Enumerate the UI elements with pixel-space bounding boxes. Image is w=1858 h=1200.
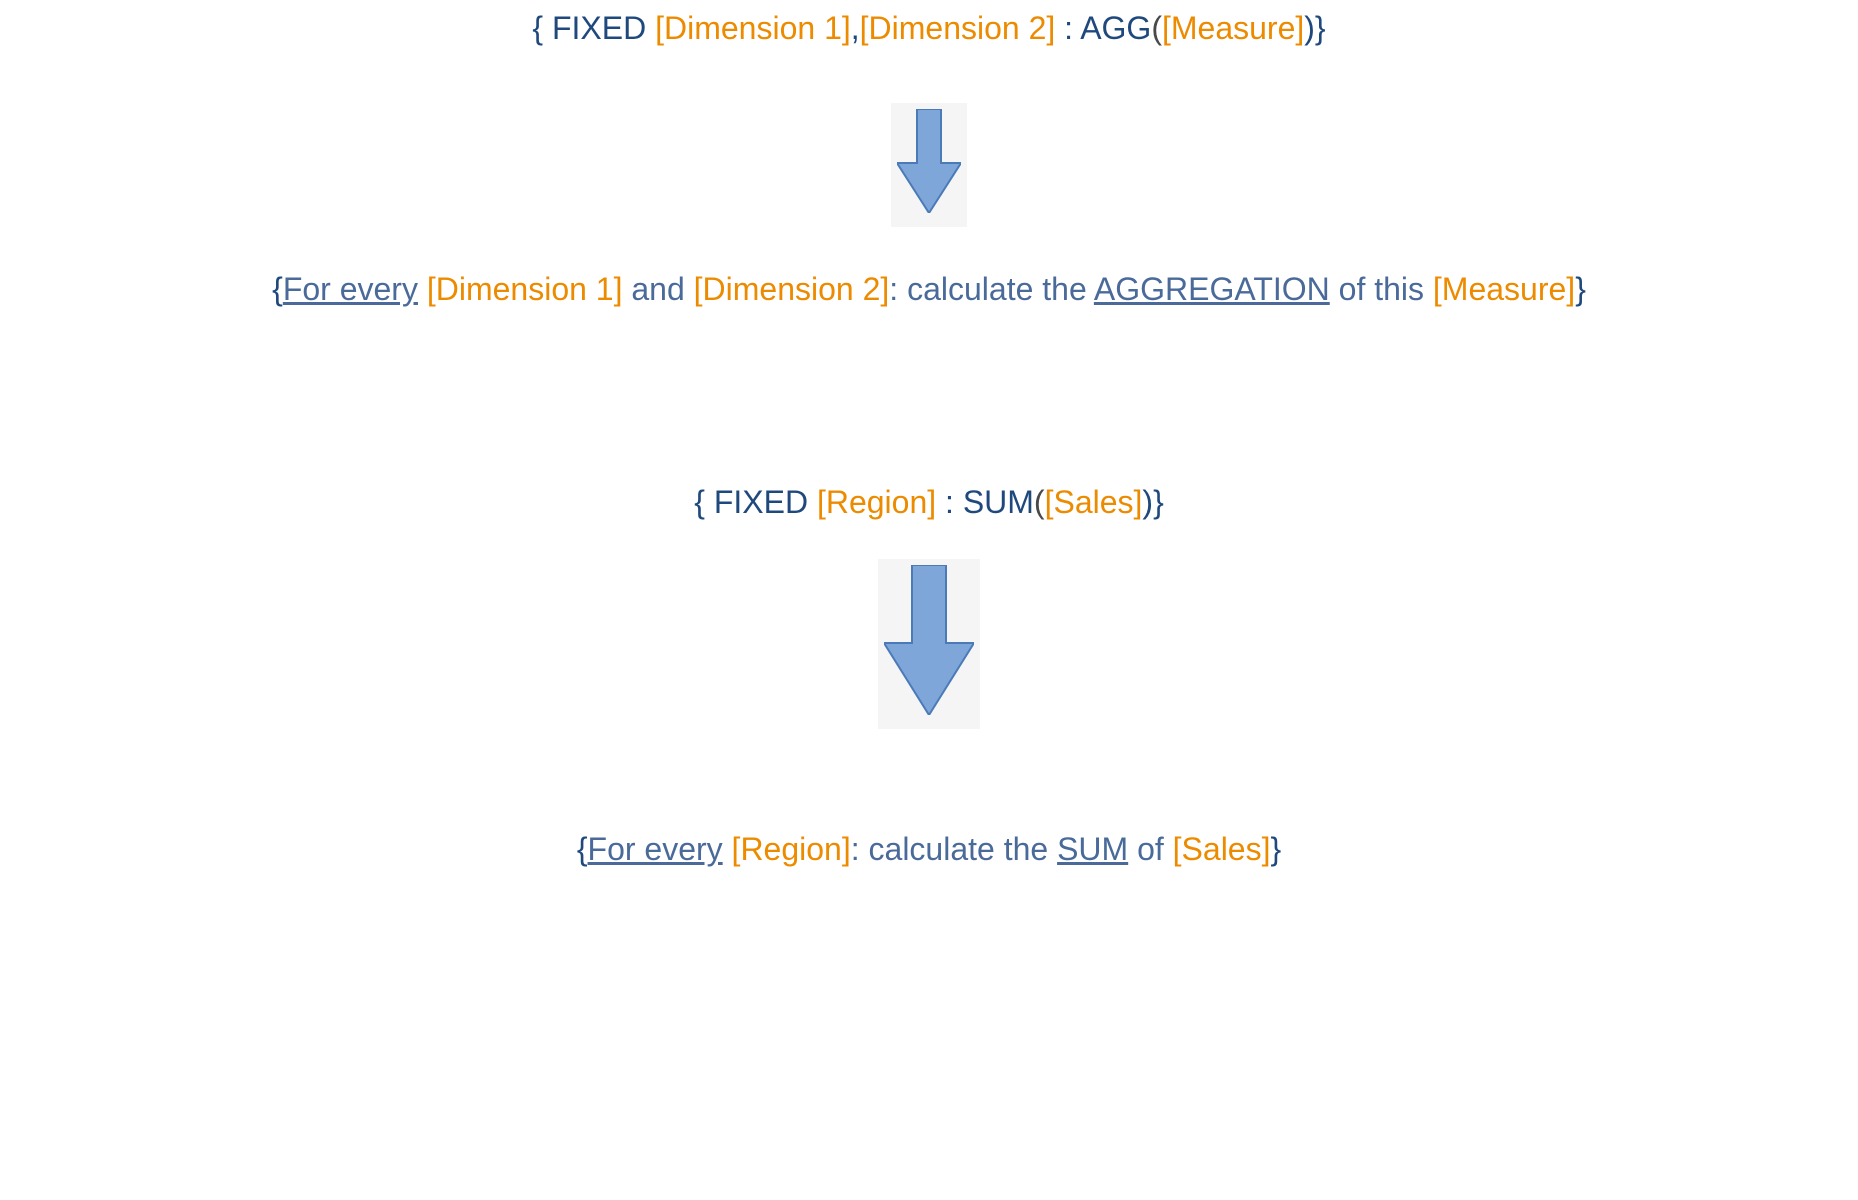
calculate-phrase: : calculate the <box>889 271 1094 307</box>
lod-formula-example-english: {For every [Region]: calculate the SUM o… <box>577 831 1281 868</box>
diagram-container: { FIXED [Dimension 1],[Dimension 2] : AG… <box>0 0 1858 868</box>
sales-measure: [Sales] <box>1045 484 1143 520</box>
dimension-1: [Dimension 1] <box>655 10 851 46</box>
paren-open: ( <box>1034 484 1045 520</box>
lod-formula-generic-english: {For every [Dimension 1] and [Dimension … <box>272 271 1586 308</box>
paren-close: ) <box>1304 10 1315 46</box>
for-every-phrase: For every <box>588 831 723 867</box>
open-brace: { <box>532 10 552 46</box>
sales-measure: [Sales] <box>1173 831 1271 867</box>
dimension-2: [Dimension 2] <box>694 271 890 307</box>
aggregation-word: AGGREGATION <box>1094 271 1330 307</box>
lod-formula-example-syntax: { FIXED [Region] : SUM([Sales])} <box>694 484 1164 521</box>
of-word: of <box>1128 831 1172 867</box>
lod-formula-generic-syntax: { FIXED [Dimension 1],[Dimension 2] : AG… <box>532 10 1325 47</box>
open-brace: { <box>694 484 714 520</box>
sum-keyword: SUM <box>963 484 1034 520</box>
comma: , <box>851 10 860 46</box>
down-arrow-icon <box>878 559 980 729</box>
close-brace: } <box>1153 484 1164 520</box>
dimension-2: [Dimension 2] <box>860 10 1056 46</box>
down-arrow-icon <box>891 103 967 227</box>
dimension-1: [Dimension 1] <box>427 271 623 307</box>
for-every-phrase: For every <box>283 271 418 307</box>
and-word: and <box>622 271 693 307</box>
space <box>723 831 732 867</box>
of-this-phrase: of this <box>1330 271 1433 307</box>
open-brace: { <box>272 271 283 307</box>
region-dimension: [Region] <box>732 831 851 867</box>
calculate-phrase: : calculate the <box>851 831 1057 867</box>
measure: [Measure] <box>1162 10 1304 46</box>
colon: : <box>1055 10 1080 46</box>
region-dimension: [Region] <box>817 484 936 520</box>
fixed-keyword: FIXED <box>714 484 817 520</box>
sum-word: SUM <box>1057 831 1128 867</box>
measure: [Measure] <box>1433 271 1575 307</box>
close-brace: } <box>1270 831 1281 867</box>
fixed-keyword: FIXED <box>552 10 655 46</box>
colon: : <box>936 484 963 520</box>
agg-keyword: AGG <box>1080 10 1151 46</box>
paren-open: ( <box>1151 10 1162 46</box>
open-brace: { <box>577 831 588 867</box>
paren-close: ) <box>1142 484 1153 520</box>
close-brace: } <box>1575 271 1586 307</box>
space <box>418 271 427 307</box>
close-brace: } <box>1315 10 1326 46</box>
